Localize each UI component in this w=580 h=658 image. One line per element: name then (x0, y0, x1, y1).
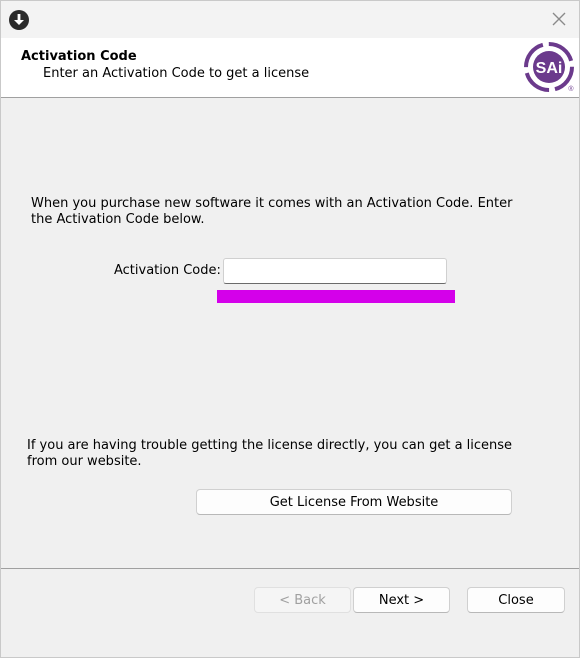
activation-code-input[interactable] (223, 258, 447, 284)
highlight-bar (217, 290, 455, 303)
activation-dialog: Activation Code Enter an Activation Code… (0, 0, 580, 658)
back-button[interactable]: < Back (254, 587, 351, 613)
get-license-website-button[interactable]: Get License From Website (196, 489, 512, 515)
logo-text: SAi (536, 60, 563, 77)
footer-divider (1, 568, 579, 569)
close-button[interactable]: Close (467, 587, 565, 613)
svg-text:®: ® (568, 85, 574, 93)
sai-logo-icon: SAi ® (523, 41, 577, 95)
next-button[interactable]: Next > (353, 587, 450, 613)
wizard-header: Activation Code Enter an Activation Code… (1, 38, 579, 98)
page-subtitle: Enter an Activation Code to get a licens… (43, 66, 310, 81)
page-title: Activation Code (21, 49, 137, 64)
intro-text: When you purchase new software it comes … (31, 196, 513, 227)
trouble-text: If you are having trouble getting the li… (27, 438, 513, 469)
download-circle-icon (9, 10, 29, 30)
activation-code-label: Activation Code: (114, 263, 221, 278)
title-bar (1, 1, 579, 38)
close-icon[interactable] (551, 11, 567, 27)
